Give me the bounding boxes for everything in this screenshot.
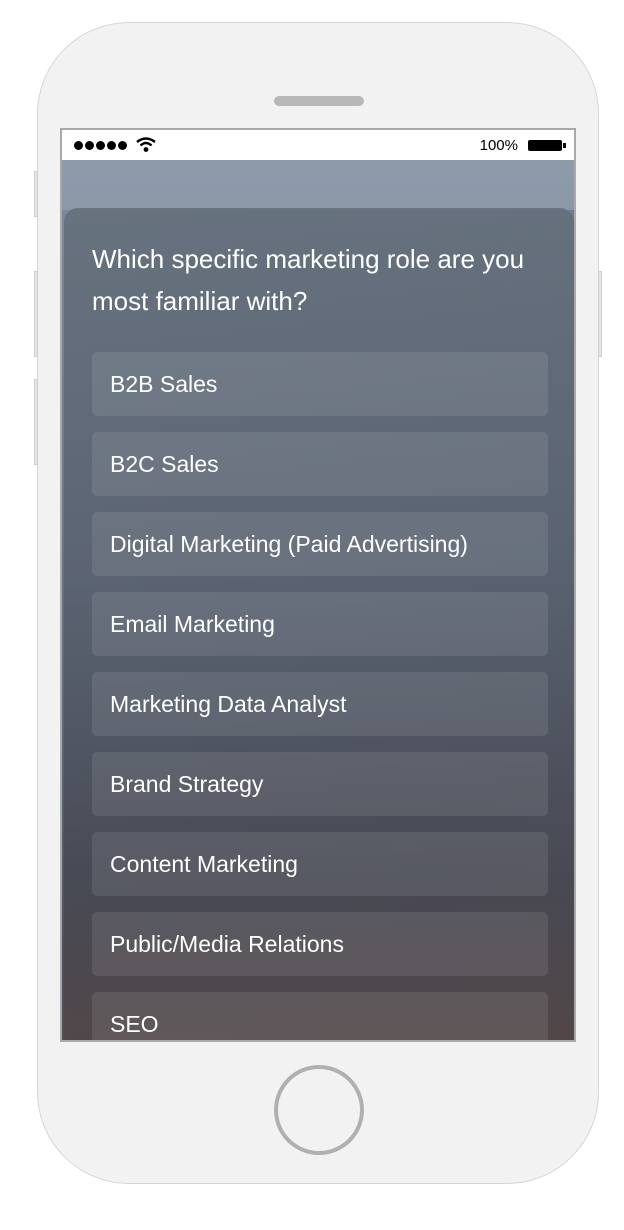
signal-dots-icon xyxy=(74,141,127,150)
option-content-marketing[interactable]: Content Marketing xyxy=(92,832,548,896)
option-digital-marketing[interactable]: Digital Marketing (Paid Advertising) xyxy=(92,512,548,576)
battery-tip xyxy=(563,143,566,148)
volume-up-button xyxy=(34,271,38,357)
options-list: B2B Sales B2C Sales Digital Marketing (P… xyxy=(92,352,548,1040)
option-email-marketing[interactable]: Email Marketing xyxy=(92,592,548,656)
background-header xyxy=(62,160,574,210)
phone-screen: 100% Which specific marketing role are y… xyxy=(60,128,576,1042)
option-b2b-sales[interactable]: B2B Sales xyxy=(92,352,548,416)
home-button[interactable] xyxy=(274,1065,364,1155)
option-seo[interactable]: SEO xyxy=(92,992,548,1040)
speaker-grill xyxy=(274,96,364,106)
silent-switch xyxy=(34,171,38,217)
volume-down-button xyxy=(34,379,38,465)
survey-question: Which specific marketing role are you mo… xyxy=(92,244,525,316)
option-public-media-relations[interactable]: Public/Media Relations xyxy=(92,912,548,976)
battery-percent: 100% xyxy=(479,137,518,154)
option-brand-strategy[interactable]: Brand Strategy xyxy=(92,752,548,816)
power-button xyxy=(598,271,602,357)
status-bar: 100% xyxy=(62,130,574,160)
survey-card: Which specific marketing role are you mo… xyxy=(64,208,574,1040)
option-b2c-sales[interactable]: B2C Sales xyxy=(92,432,548,496)
battery-full-icon xyxy=(528,140,562,151)
option-marketing-data-analyst[interactable]: Marketing Data Analyst xyxy=(92,672,548,736)
wifi-icon xyxy=(136,137,156,152)
